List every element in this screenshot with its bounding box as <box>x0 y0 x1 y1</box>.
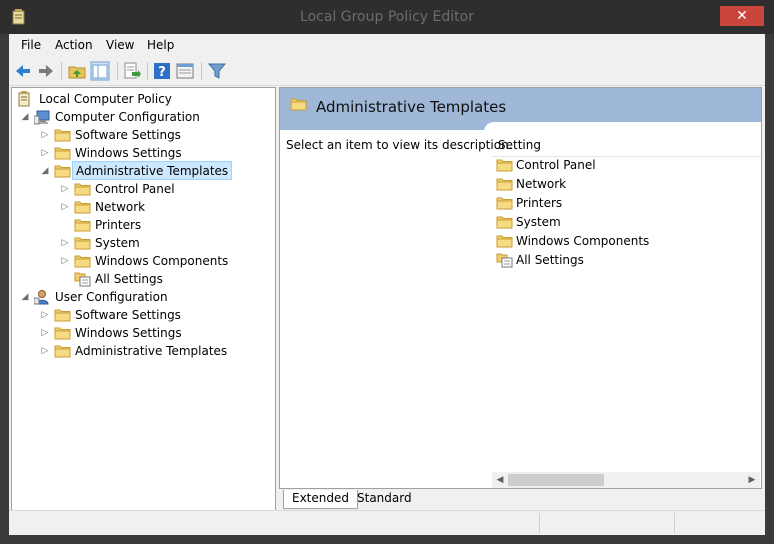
tree-label: Software Settings <box>75 128 181 142</box>
policy-document-icon <box>18 91 30 107</box>
window-title: Local Group Policy Editor <box>300 9 474 25</box>
filter-icon[interactable] <box>207 61 227 81</box>
main-content: Local Computer Policy ◢ Computer Configu… <box>9 86 765 511</box>
folder-icon <box>54 129 71 142</box>
tree-label: User Configuration <box>55 290 168 304</box>
folder-icon <box>496 178 513 191</box>
folder-icon <box>496 235 513 248</box>
folder-icon <box>74 183 91 196</box>
list-item-label: Printers <box>516 196 563 210</box>
status-separator <box>539 513 540 533</box>
collapse-arrow-icon[interactable]: ◢ <box>20 108 30 126</box>
svg-text:?: ? <box>158 65 166 80</box>
tree-label: Administrative Templates <box>75 344 228 358</box>
forward-icon[interactable] <box>36 61 56 81</box>
tree-label: Printers <box>95 218 142 232</box>
folder-icon <box>290 98 307 111</box>
toolbar-separator <box>201 62 202 80</box>
user-icon <box>34 290 49 305</box>
details-pane: Administrative Templates Select an item … <box>279 87 762 489</box>
folder-icon <box>54 165 71 178</box>
console-tree: Local Computer Policy ◢ Computer Configu… <box>11 87 276 511</box>
tree-label: All Settings <box>95 272 163 286</box>
list-item-label: Windows Components <box>516 234 650 248</box>
list-item-label: Control Panel <box>516 158 596 172</box>
expand-arrow-icon[interactable]: ▷ <box>60 180 70 198</box>
help-icon[interactable]: ? <box>152 61 172 81</box>
tree-label: Windows Settings <box>75 146 182 160</box>
folder-icon <box>74 219 91 232</box>
scroll-thumb[interactable] <box>508 474 604 486</box>
export-list-icon[interactable] <box>122 61 142 81</box>
menu-view[interactable]: View <box>106 38 134 52</box>
toolbar: ? <box>9 58 765 86</box>
folder-icon <box>496 159 513 172</box>
folder-icon <box>54 147 71 160</box>
column-header-label: Setting <box>498 138 541 152</box>
header-curve <box>484 122 761 134</box>
folder-icon <box>54 309 71 322</box>
collapse-arrow-icon[interactable]: ◢ <box>40 162 50 180</box>
close-button[interactable]: ✕ <box>720 6 764 26</box>
menu-action[interactable]: Action <box>55 38 93 52</box>
toolbar-separator <box>147 62 148 80</box>
tree-label: Local Computer Policy <box>39 92 172 106</box>
menu-file[interactable]: File <box>21 38 41 52</box>
all-settings-icon <box>496 253 513 268</box>
expand-arrow-icon[interactable]: ▷ <box>40 306 50 324</box>
show-hide-tree-icon[interactable] <box>90 61 110 81</box>
description-text: Select an item to view its description. <box>286 138 513 152</box>
menu-help[interactable]: Help <box>147 38 174 52</box>
expand-arrow-icon[interactable]: ▷ <box>40 126 50 144</box>
properties-icon[interactable] <box>175 61 195 81</box>
tree-label-selected: Administrative Templates <box>72 161 233 180</box>
setting-column-header[interactable]: Setting <box>492 134 761 157</box>
folder-icon <box>74 237 91 250</box>
tab-standard[interactable]: Standard <box>349 490 420 508</box>
expand-arrow-icon[interactable]: ▷ <box>60 234 70 252</box>
status-bar <box>9 510 765 535</box>
tree-label: System <box>95 236 140 250</box>
expand-arrow-icon[interactable]: ▷ <box>40 144 50 162</box>
tree-label: Control Panel <box>95 182 175 196</box>
expand-arrow-icon[interactable]: ▷ <box>40 342 50 360</box>
folder-icon <box>496 197 513 210</box>
up-folder-icon[interactable] <box>67 61 87 81</box>
expand-arrow-icon[interactable]: ▷ <box>60 252 70 270</box>
tree-label: Network <box>95 200 146 214</box>
app-window: Local Group Policy Editor ✕ File Action … <box>0 0 774 544</box>
list-item-label: Network <box>516 177 567 191</box>
details-title: Administrative Templates <box>316 98 507 116</box>
back-icon[interactable] <box>13 61 33 81</box>
status-separator <box>674 513 675 533</box>
tree-label: Computer Configuration <box>55 110 200 124</box>
toolbar-separator <box>117 62 118 80</box>
list-item-label: System <box>516 215 561 229</box>
folder-icon <box>496 216 513 229</box>
tree-label: Windows Components <box>95 254 229 268</box>
horizontal-scrollbar[interactable]: ◀ ▶ <box>492 472 760 488</box>
tree-label: Software Settings <box>75 308 181 322</box>
scroll-right-arrow-icon[interactable]: ▶ <box>744 472 760 488</box>
expand-arrow-icon[interactable]: ▷ <box>60 198 70 216</box>
list-item-label: All Settings <box>516 253 584 267</box>
scroll-left-arrow-icon[interactable]: ◀ <box>492 472 508 488</box>
tree-label: Windows Settings <box>75 326 182 340</box>
tab-extended[interactable]: Extended <box>283 490 358 509</box>
collapse-arrow-icon[interactable]: ◢ <box>20 288 30 306</box>
computer-icon <box>34 110 50 125</box>
folder-icon <box>74 255 91 268</box>
folder-icon <box>54 345 71 358</box>
toolbar-separator <box>61 62 62 80</box>
title-bar[interactable]: Local Group Policy Editor ✕ <box>0 0 774 34</box>
folder-icon <box>74 201 91 214</box>
menu-bar: File Action View Help <box>9 34 765 58</box>
folder-icon <box>54 327 71 340</box>
all-settings-icon <box>74 272 91 287</box>
view-tabs: Extended Standard <box>279 490 761 510</box>
expand-arrow-icon[interactable]: ▷ <box>40 324 50 342</box>
